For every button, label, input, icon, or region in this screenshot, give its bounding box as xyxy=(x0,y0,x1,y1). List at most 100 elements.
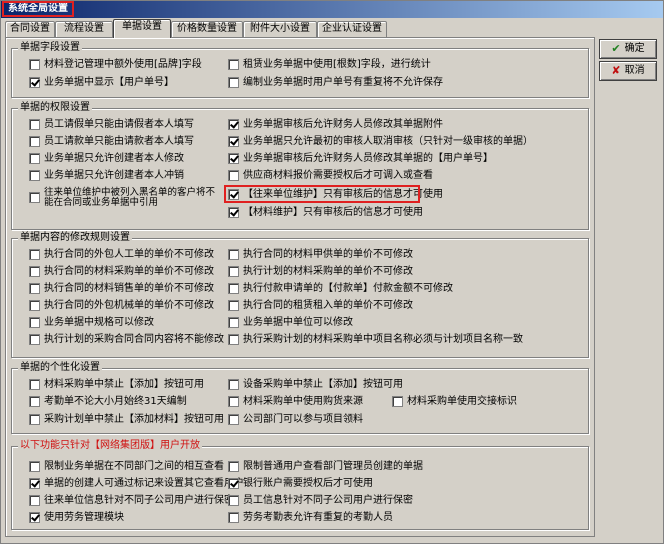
checkbox-material-purchase-add-disabled[interactable]: 材料采购单中禁止【添加】按钮可用 xyxy=(29,379,204,391)
checkbox-duplicate-attendance[interactable]: 劳务考勤表允许有重复的考勤人员 xyxy=(228,512,393,524)
checkbox-box[interactable] xyxy=(228,461,239,472)
checkbox-box[interactable] xyxy=(228,207,239,218)
checkbox-box[interactable] xyxy=(228,153,239,164)
checkbox-box[interactable] xyxy=(228,119,239,130)
checkbox-box[interactable] xyxy=(29,478,40,489)
checkbox-outsource-machinery-price[interactable]: 执行合同的外包机械单的单价不可修改 xyxy=(29,300,214,312)
checkbox-handover-mark[interactable]: 材料采购单使用交接标识 xyxy=(392,396,517,408)
ok-button[interactable]: ✔ 确定 xyxy=(599,39,657,59)
group-title: 单据字段设置 xyxy=(18,42,82,54)
tab-workflow[interactable]: 流程设置 xyxy=(55,21,113,37)
tab-attachment-size[interactable]: 附件大小设置 xyxy=(243,21,317,37)
checkbox-project-name-match[interactable]: 执行采购计划的材料采购单中项目名称必须与计划项目名称一致 xyxy=(228,334,523,346)
checkbox-box[interactable] xyxy=(228,317,239,328)
checkbox-creator-mark-viewers[interactable]: 单据的创建人可通过标记来设置其它查看用户 xyxy=(29,478,244,490)
checkbox-blacklist-customers[interactable]: 往来单位维护中被列入黑名单的客户将不能在合同或业务单据中引用 xyxy=(29,188,222,208)
checkbox-box[interactable] xyxy=(29,119,40,130)
checkbox-box[interactable] xyxy=(29,192,40,203)
checkbox-labor-module[interactable]: 使用劳务管理模块 xyxy=(29,512,124,524)
checkbox-box[interactable] xyxy=(392,396,403,407)
checkbox-box[interactable] xyxy=(29,317,40,328)
checkbox-attendance-31-days[interactable]: 考勤单不论大小月始终31天编制 xyxy=(29,396,187,408)
checkbox-box[interactable] xyxy=(29,512,40,523)
checkbox-equipment-purchase-add-disabled[interactable]: 设备采购单中禁止【添加】按钮可用 xyxy=(228,379,403,391)
checkbox-box[interactable] xyxy=(29,77,40,88)
checkbox-box[interactable] xyxy=(29,300,40,311)
settings-window: 系统全局设置 合同设置 流程设置 单据设置 价格数量设置 附件大小设置 企业认证… xyxy=(0,0,664,544)
checkbox-brand-field[interactable]: 材料登记管理中额外使用[品牌]字段 xyxy=(29,59,202,71)
group-title: 以下功能只针对【网络集团版】用户开放 xyxy=(18,440,202,452)
checkbox-box[interactable] xyxy=(228,396,239,407)
checkbox-box[interactable] xyxy=(29,414,40,425)
tab-enterprise-cert[interactable]: 企业认证设置 xyxy=(317,21,387,37)
checkbox-box[interactable] xyxy=(228,249,239,260)
checkbox-show-user-number[interactable]: 业务单据中显示【用户单号】 xyxy=(29,77,174,89)
checkbox-finance-edit-user-number[interactable]: 业务单据审核后允许财务人员修改其单据的【用户单号】 xyxy=(228,153,493,165)
checkbox-department-project-material[interactable]: 公司部门可以参与项目领料 xyxy=(228,414,363,426)
checkbox-purchase-source[interactable]: 材料采购单中使用购货来源 xyxy=(228,396,363,408)
close-icon: ✘ xyxy=(611,64,621,77)
checkbox-spec-editable[interactable]: 业务单据中规格可以修改 xyxy=(29,317,154,329)
checkbox-box[interactable] xyxy=(29,461,40,472)
checkbox-box[interactable] xyxy=(228,334,239,345)
checkbox-leave-self-only[interactable]: 员工请假单只能由请假者本人填写 xyxy=(29,119,194,131)
checkbox-restrict-admin-documents[interactable]: 限制普通用户查看部门管理员创建的单据 xyxy=(228,461,423,473)
checkbox-box[interactable] xyxy=(228,283,239,294)
checkbox-material-reviewed-only[interactable]: 【材料维护】只有审核后的信息才可使用 xyxy=(228,207,423,219)
checkbox-lease-in-price[interactable]: 执行合同的租赁租入单的单价不可修改 xyxy=(228,300,413,312)
tab-contract[interactable]: 合同设置 xyxy=(5,21,55,37)
checkbox-box[interactable] xyxy=(29,396,40,407)
checkbox-box[interactable] xyxy=(228,136,239,147)
checkbox-finance-edit-attachment[interactable]: 业务单据审核后允许财务人员修改其单据附件 xyxy=(228,119,443,131)
checkbox-bank-account-auth[interactable]: 银行账户需要授权后才可使用 xyxy=(228,478,373,490)
checkbox-box[interactable] xyxy=(228,495,239,506)
checkbox-box[interactable] xyxy=(228,77,239,88)
checkbox-plan-add-material-disabled[interactable]: 采购计划单中禁止【添加材料】按钮可用 xyxy=(29,414,224,426)
highlight-box xyxy=(224,185,420,203)
checkbox-contract-purchase-price[interactable]: 执行合同的材料采购单的单价不可修改 xyxy=(29,266,214,278)
checkbox-box[interactable] xyxy=(29,59,40,70)
title-bar[interactable]: 系统全局设置 xyxy=(1,1,663,18)
checkbox-box[interactable] xyxy=(228,266,239,277)
checkbox-material-supply-price[interactable]: 执行合同的材料甲供单的单价不可修改 xyxy=(228,249,413,261)
checkbox-box[interactable] xyxy=(228,379,239,390)
cancel-button[interactable]: ✘ 取消 xyxy=(599,61,657,81)
checkbox-employee-confidential[interactable]: 员工信息针对不同子公司用户进行保密 xyxy=(228,495,413,507)
checkbox-creator-edit-only[interactable]: 业务单据只允许创建者本人修改 xyxy=(29,153,184,165)
checkbox-box[interactable] xyxy=(228,300,239,311)
checkbox-box[interactable] xyxy=(29,334,40,345)
group-network-edition: 以下功能只针对【网络集团版】用户开放 限制业务单据在不同部门之间的相互查看 限制… xyxy=(11,440,589,530)
checkbox-box[interactable] xyxy=(228,478,239,489)
checkbox-box[interactable] xyxy=(29,170,40,181)
checkbox-box[interactable] xyxy=(228,512,239,523)
checkbox-box[interactable] xyxy=(29,379,40,390)
checkbox-box[interactable] xyxy=(29,283,40,294)
checkbox-payment-amount[interactable]: 执行付款申请单的【付款单】付款金额不可修改 xyxy=(228,283,453,295)
checkbox-box[interactable] xyxy=(29,153,40,164)
tab-document[interactable]: 单据设置 xyxy=(113,19,171,38)
checkbox-box[interactable] xyxy=(29,266,40,277)
checkbox-payment-request-self-only[interactable]: 员工请款单只能由请款者本人填写 xyxy=(29,136,194,148)
checkbox-box[interactable] xyxy=(228,170,239,181)
group-edit-rules: 单据内容的修改规则设置 执行合同的外包人工单的单价不可修改 执行合同的材料甲供单… xyxy=(11,232,589,358)
checkbox-box[interactable] xyxy=(29,249,40,260)
checkbox-unit-editable[interactable]: 业务单据中单位可以修改 xyxy=(228,317,353,329)
checkbox-contact-unit-confidential[interactable]: 往来单位信息针对不同子公司用户进行保密 xyxy=(29,495,234,507)
checkbox-creator-reverse-only[interactable]: 业务单据只允许创建者本人冲销 xyxy=(29,170,184,182)
checkbox-plan-purchase-price[interactable]: 执行计划的材料采购单的单价不可修改 xyxy=(228,266,413,278)
checkbox-box[interactable] xyxy=(228,59,239,70)
checkbox-lease-count-field[interactable]: 租赁业务单据中使用[根数]字段，进行统计 xyxy=(228,59,431,71)
tab-price-quantity[interactable]: 价格数量设置 xyxy=(171,21,243,37)
checkbox-outsource-labor-price[interactable]: 执行合同的外包人工单的单价不可修改 xyxy=(29,249,214,261)
title-highlight-box xyxy=(2,1,74,17)
checkbox-box[interactable] xyxy=(29,495,40,506)
checkbox-plan-contract-content[interactable]: 执行计划的采购合同合同内容将不能修改 xyxy=(29,334,224,346)
checkbox-original-reviewer-cancel[interactable]: 业务单据只允许最初的审核人取消审核（只针对一级审核的单据） xyxy=(228,136,533,148)
checkbox-restrict-cross-department[interactable]: 限制业务单据在不同部门之间的相互查看 xyxy=(29,461,224,473)
checkbox-sales-price[interactable]: 执行合同的材料销售单的单价不可修改 xyxy=(29,283,214,295)
checkbox-supplier-quote-auth[interactable]: 供应商材料报价需要授权后才可调入或查看 xyxy=(228,170,433,182)
checkbox-box[interactable] xyxy=(228,414,239,425)
checkbox-box[interactable] xyxy=(29,136,40,147)
group-title: 单据的个性化设置 xyxy=(18,362,102,374)
checkbox-no-duplicate-user-number[interactable]: 编制业务单据时用户单号有重复将不允许保存 xyxy=(228,77,443,89)
